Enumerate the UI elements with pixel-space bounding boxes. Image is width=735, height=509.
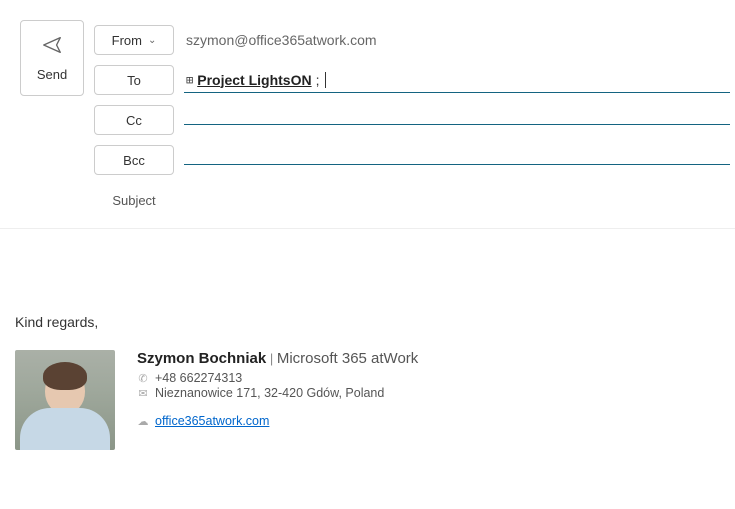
send-icon <box>41 34 63 59</box>
cc-button[interactable]: Cc <box>94 105 174 135</box>
send-label: Send <box>37 67 67 82</box>
recipient-group-pill[interactable]: Project LightsON <box>197 72 311 88</box>
signature-name-line: Szymon Bochniak | Microsoft 365 atWork <box>137 350 418 367</box>
expand-group-icon[interactable]: ⊞ <box>186 73 193 87</box>
from-button[interactable]: From ⌄ <box>94 25 174 55</box>
signature-photo <box>15 350 115 450</box>
subject-row: Subject <box>94 180 730 220</box>
phone-icon: ✆ <box>137 372 149 385</box>
bcc-input[interactable] <box>184 156 730 165</box>
cc-button-label: Cc <box>126 113 142 128</box>
subject-label: Subject <box>94 193 174 208</box>
to-button-label: To <box>127 73 141 88</box>
from-value[interactable]: szymon@office365atwork.com <box>184 28 730 53</box>
to-button[interactable]: To <box>94 65 174 95</box>
bcc-button-label: Bcc <box>123 153 145 168</box>
email-body[interactable]: Kind regards, Szymon Bochniak | Microsof… <box>0 229 735 465</box>
signature-company: Microsoft 365 atWork <box>277 350 418 367</box>
signature-address: Nieznanowice 171, 32-420 Gdów, Poland <box>155 386 384 400</box>
chevron-down-icon: ⌄ <box>148 35 156 46</box>
photo-hair-shape <box>43 362 87 390</box>
fields-column: From ⌄ szymon@office365atwork.com To ⊞ P… <box>94 20 730 220</box>
signature-separator: | <box>270 351 273 366</box>
to-input[interactable]: ⊞ Project LightsON; <box>184 68 730 93</box>
compose-header: Send From ⌄ szymon@office365atwork.com T… <box>0 0 735 229</box>
signature-info: Szymon Bochniak | Microsoft 365 atWork ✆… <box>137 350 418 429</box>
from-row: From ⌄ szymon@office365atwork.com <box>94 20 730 60</box>
cc-input[interactable] <box>184 116 730 125</box>
signature-phone-line: ✆ +48 662274313 <box>137 371 418 385</box>
bcc-row: Bcc <box>94 140 730 180</box>
send-button[interactable]: Send <box>20 20 84 96</box>
signature-phone: +48 662274313 <box>155 371 242 385</box>
to-row: To ⊞ Project LightsON; <box>94 60 730 100</box>
mail-icon: ✉ <box>137 387 149 400</box>
from-button-label: From <box>112 33 142 48</box>
text-cursor <box>325 72 326 88</box>
cc-row: Cc <box>94 100 730 140</box>
send-column: Send <box>20 20 84 220</box>
cloud-icon: ☁ <box>137 415 149 428</box>
signature-address-line: ✉ Nieznanowice 171, 32-420 Gdów, Poland <box>137 386 418 400</box>
signature-website-link[interactable]: office365atwork.com <box>155 414 269 428</box>
signature-website-line: ☁ office365atwork.com <box>137 414 418 428</box>
bcc-button[interactable]: Bcc <box>94 145 174 175</box>
signoff-text: Kind regards, <box>15 314 720 330</box>
signature-block: Szymon Bochniak | Microsoft 365 atWork ✆… <box>15 350 720 450</box>
subject-input[interactable] <box>184 196 730 205</box>
signature-name: Szymon Bochniak <box>137 350 266 367</box>
